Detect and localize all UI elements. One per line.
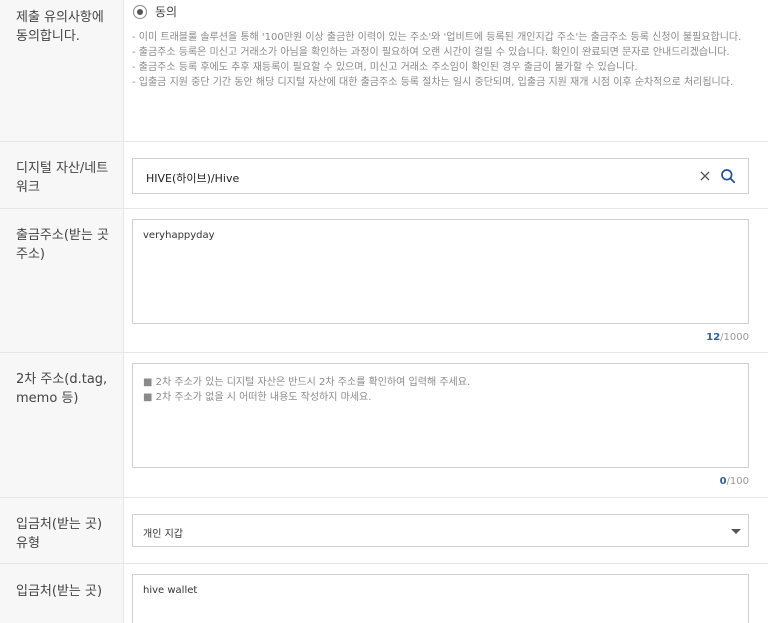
label-cell: 입금처(받는 곳) — [0, 564, 124, 623]
secondary-address-row: 2차 주소(d.tag, memo 등) ■ 2차 주소가 있는 디지털 자산은… — [0, 353, 768, 498]
agree-radio-option[interactable]: 동의 — [133, 3, 177, 20]
destination-textarea[interactable]: hive wallet — [132, 574, 749, 623]
destination-type-value: 개인 지갑 — [143, 529, 183, 540]
destination-value: hive wallet — [143, 585, 198, 596]
asset-input-value: HIVE(하이브)/Hive — [146, 172, 240, 185]
asset-row: 디지털 자산/네트워크 HIVE(하이브)/Hive — [0, 142, 768, 209]
label-cell: 출금주소(받는 곳 주소) — [0, 209, 124, 352]
destination-type-select[interactable]: 개인 지갑 — [132, 514, 749, 547]
agreement-row: 제출 유의사항에 동의합니다. 동의 - 이미 트래블룰 솔루션을 통해 '10… — [0, 0, 768, 142]
label-cell: 2차 주소(d.tag, memo 등) — [0, 353, 124, 497]
search-icon[interactable] — [720, 168, 736, 184]
secondary-address-textarea[interactable]: ■ 2차 주소가 있는 디지털 자산은 반드시 2차 주소를 확인하여 입력해 … — [132, 363, 749, 468]
notice-list: - 이미 트래블룰 솔루션을 통해 '100만원 이상 출금한 이력이 있는 주… — [132, 30, 754, 90]
secondary-address-label: 2차 주소(d.tag, memo 등) — [16, 372, 108, 406]
notice-item: - 출금주소 등록 후에도 추후 재등록이 필요할 수 있으며, 미신고 거래소… — [132, 62, 638, 73]
notice-item: - 출금주소 등록은 미신고 거래소가 아님을 확인하는 과정이 필요하여 오랜… — [132, 47, 730, 58]
notice-item: - 이미 트래블룰 솔루션을 통해 '100만원 이상 출금한 이력이 있는 주… — [132, 32, 742, 43]
destination-type-row: 입금처(받는 곳) 유형 개인 지갑 — [0, 498, 768, 564]
agreement-label: 제출 유의사항에 동의합니다. — [16, 10, 104, 44]
asset-search-input[interactable]: HIVE(하이브)/Hive — [132, 158, 749, 194]
agree-radio-label: 동의 — [155, 5, 178, 19]
label-cell: 디지털 자산/네트워크 — [0, 142, 124, 208]
asset-label: 디지털 자산/네트워크 — [16, 161, 109, 195]
secondary-char-count: 0 — [719, 476, 727, 487]
placeholder-line: ■ 2차 주소가 없을 시 어떠한 내용도 작성하지 마세요. — [143, 392, 372, 403]
notice-item: - 입출금 지원 중단 기간 동안 해당 디지털 자산에 대한 출금주소 등록 … — [132, 77, 734, 88]
address-textarea[interactable]: veryhappyday — [132, 219, 749, 324]
address-char-max: /1000 — [720, 332, 749, 343]
address-char-counter: 12/1000 — [706, 332, 749, 343]
caret-down-icon — [731, 529, 741, 534]
address-label: 출금주소(받는 곳 주소) — [16, 228, 109, 262]
secondary-char-counter: 0/100 — [720, 476, 749, 487]
address-value: veryhappyday — [143, 230, 215, 241]
agree-radio[interactable] — [133, 4, 147, 19]
label-cell: 제출 유의사항에 동의합니다. — [0, 0, 124, 141]
secondary-placeholder: ■ 2차 주소가 있는 디지털 자산은 반드시 2차 주소를 확인하여 입력해 … — [143, 375, 470, 405]
secondary-char-max: /100 — [726, 476, 749, 487]
close-icon[interactable] — [698, 169, 712, 183]
destination-type-label: 입금처(받는 곳) 유형 — [16, 517, 103, 551]
address-char-count: 12 — [706, 332, 721, 343]
destination-row: 입금처(받는 곳) hive wallet — [0, 564, 768, 623]
placeholder-line: ■ 2차 주소가 있는 디지털 자산은 반드시 2차 주소를 확인하여 입력해 … — [143, 377, 471, 388]
label-cell: 입금처(받는 곳) 유형 — [0, 498, 124, 563]
address-row: 출금주소(받는 곳 주소) veryhappyday 12/1000 — [0, 209, 768, 353]
destination-label: 입금처(받는 곳) — [16, 584, 103, 599]
